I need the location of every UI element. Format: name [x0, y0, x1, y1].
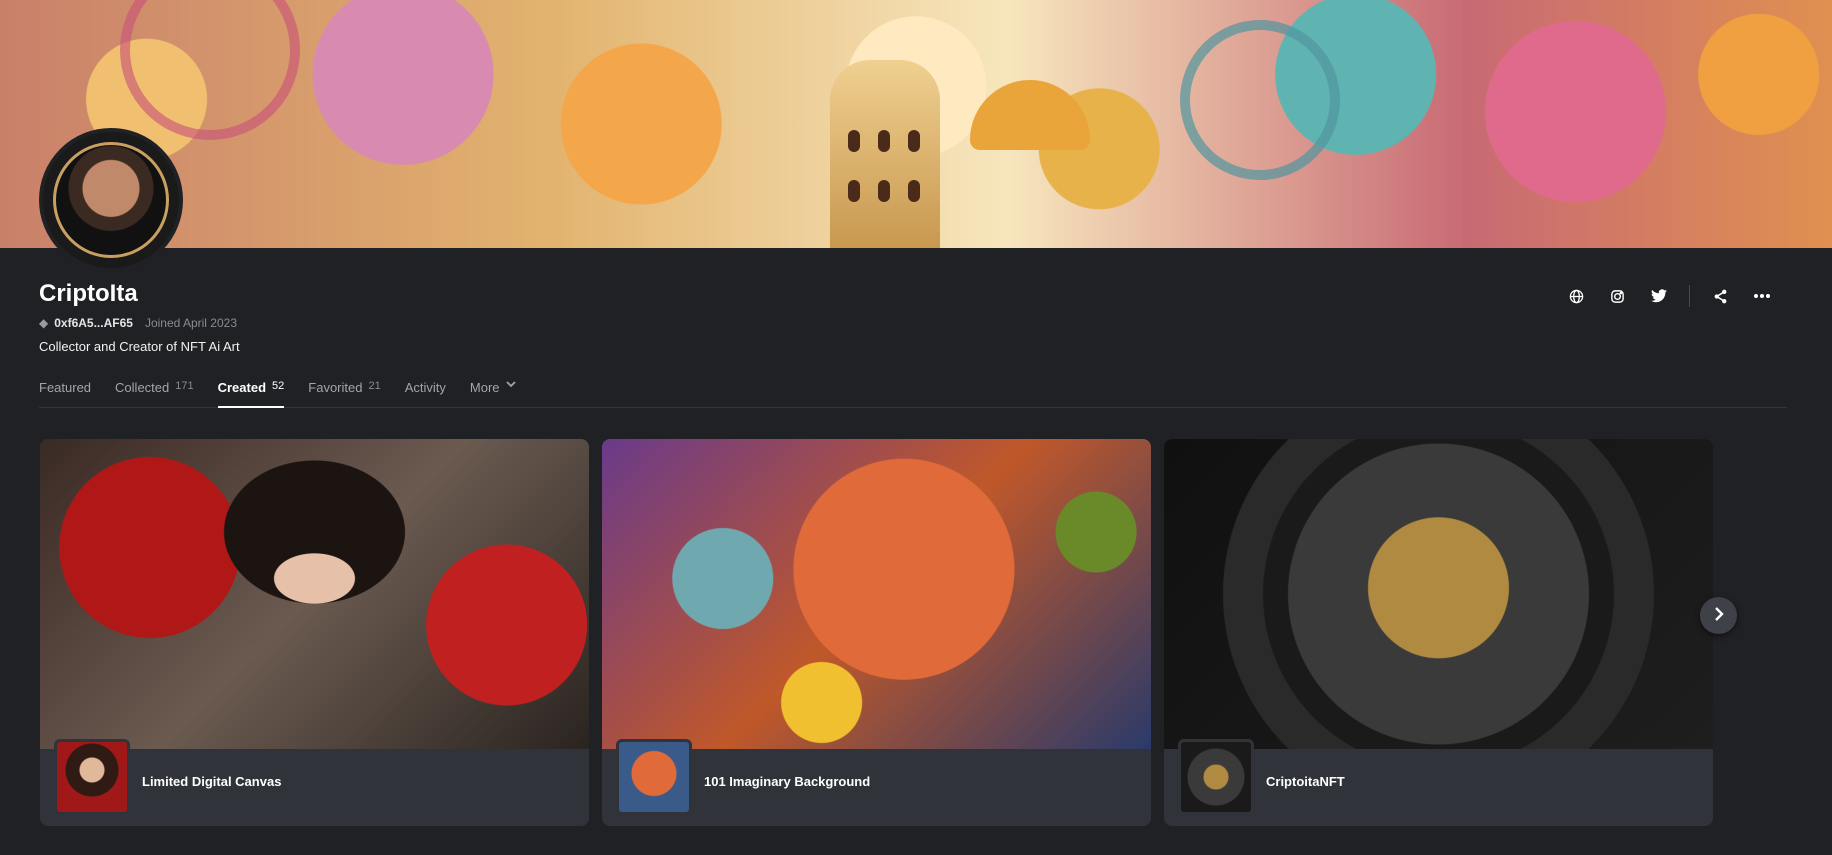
collection-thumbnail — [1178, 739, 1254, 815]
collection-title: Limited Digital Canvas — [142, 774, 282, 789]
carousel-next-button[interactable] — [1700, 597, 1737, 634]
banner-decoration — [830, 60, 940, 248]
avatar[interactable] — [39, 128, 183, 272]
divider — [1689, 285, 1690, 307]
tab-favorited[interactable]: Favorited 21 — [308, 380, 380, 407]
chevron-right-icon — [1714, 604, 1724, 627]
collection-banner-image — [602, 439, 1151, 749]
joined-date: Joined April 2023 — [144, 316, 238, 330]
banner-decoration — [1180, 20, 1340, 180]
wallet-address[interactable]: 0xf6A5...AF65 — [54, 316, 133, 330]
tab-created[interactable]: Created 52 — [217, 380, 285, 408]
chevron-down-icon — [505, 380, 516, 397]
instagram-icon[interactable] — [1607, 286, 1628, 307]
tab-more[interactable]: More — [470, 380, 516, 407]
collection-title: CriptoitaNFT — [1266, 774, 1345, 789]
collection-card[interactable]: Limited Digital Canvas — [40, 439, 589, 826]
ethereum-icon: ◆ — [39, 316, 49, 330]
profile-bio: Collector and Creator of NFT Ai Art — [39, 339, 240, 354]
tab-count: 52 — [272, 380, 285, 392]
more-icon[interactable] — [1751, 286, 1772, 307]
globe-icon[interactable] — [1566, 286, 1587, 307]
tab-collected[interactable]: Collected 171 — [115, 380, 194, 407]
banner-decoration — [120, 0, 300, 140]
profile-meta: ◆ 0xf6A5...AF65 Joined April 2023 — [39, 316, 237, 330]
profile-actions — [1566, 285, 1772, 307]
tab-activity[interactable]: Activity — [405, 380, 446, 407]
tab-count: 171 — [175, 380, 194, 392]
collection-thumbnail — [54, 739, 130, 815]
collection-card[interactable]: CriptoitaNFT — [1164, 439, 1713, 826]
profile-banner — [0, 0, 1832, 248]
tab-featured[interactable]: Featured — [39, 380, 91, 407]
collection-thumbnail — [616, 739, 692, 815]
profile-name: CriptoIta — [39, 280, 138, 307]
collection-banner-image — [40, 439, 589, 749]
collection-card[interactable]: 101 Imaginary Background — [602, 439, 1151, 826]
collection-title: 101 Imaginary Background — [704, 774, 871, 789]
banner-decoration — [970, 80, 1090, 150]
tab-count: 21 — [368, 380, 381, 392]
twitter-icon[interactable] — [1648, 286, 1669, 307]
collection-banner-image — [1164, 439, 1713, 749]
share-icon[interactable] — [1710, 286, 1731, 307]
profile-tabs: Featured Collected 171 Created 52 Favorite… — [39, 380, 1787, 408]
